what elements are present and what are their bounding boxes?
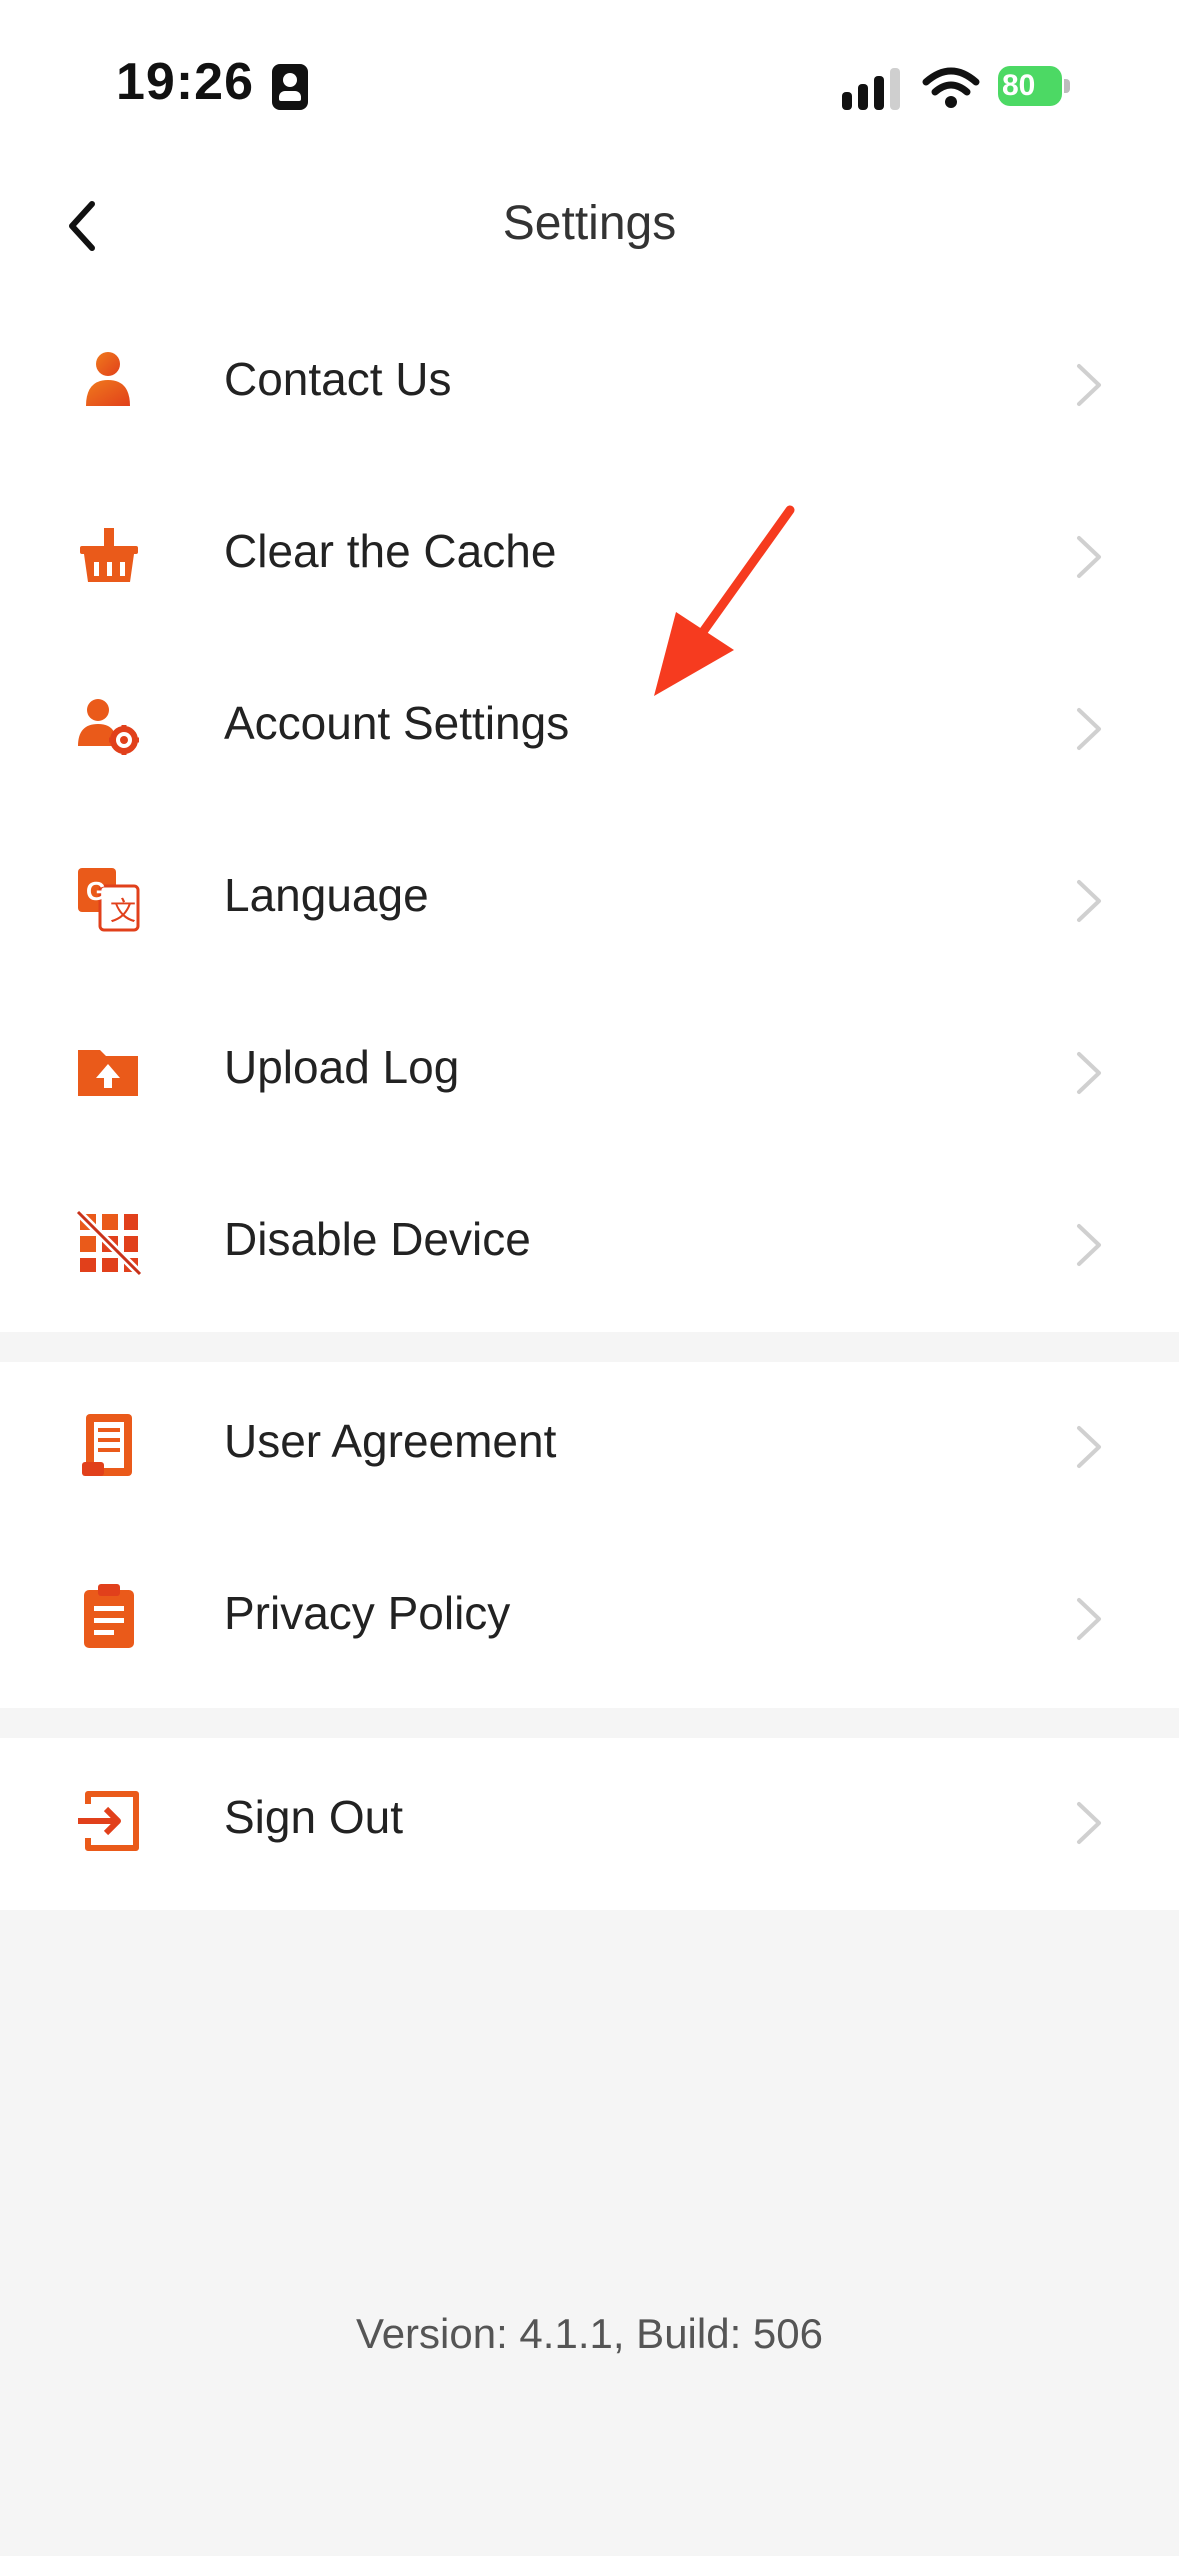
disable-grid-icon xyxy=(75,1209,143,1277)
battery-level: 80 xyxy=(998,66,1062,106)
user-icon xyxy=(86,352,130,406)
menu-item-label: Sign Out xyxy=(224,1791,403,1843)
chevron-right-icon xyxy=(1077,708,1101,750)
chevron-right-icon xyxy=(1077,1598,1101,1640)
translate-icon: G 文 xyxy=(78,868,140,932)
settings-group-legal: User Agreement Privacy Policy xyxy=(0,1362,1179,1708)
menu-item-account-settings[interactable]: Account Settings xyxy=(0,644,1179,816)
menu-item-label: Contact Us xyxy=(224,353,452,405)
sign-out-icon xyxy=(78,1791,139,1851)
folder-upload-icon xyxy=(78,1050,138,1096)
user-gear-icon xyxy=(78,699,139,755)
chevron-right-icon xyxy=(1077,1426,1101,1468)
menu-item-clear-cache[interactable]: Clear the Cache xyxy=(0,472,1179,644)
menu-item-upload-log[interactable]: Upload Log xyxy=(0,988,1179,1160)
svg-text:文: 文 xyxy=(110,896,136,926)
battery-icon: 80 xyxy=(998,62,1070,112)
chevron-right-icon xyxy=(1077,364,1101,406)
signal-strength-icon xyxy=(842,68,904,110)
menu-item-label: User Agreement xyxy=(224,1415,557,1467)
menu-item-label: Upload Log xyxy=(224,1041,460,1093)
annotation-arrow-icon xyxy=(654,505,795,696)
contact-card-icon xyxy=(272,64,308,110)
menu-item-label: Account Settings xyxy=(224,697,570,749)
status-time: 19:26 xyxy=(116,53,254,111)
wifi-icon xyxy=(922,67,980,108)
chevron-right-icon xyxy=(1077,1802,1101,1844)
menu-item-contact-us[interactable]: Contact Us xyxy=(0,300,1179,472)
menu-item-label: Language xyxy=(224,869,429,921)
menu-item-label: Clear the Cache xyxy=(224,525,557,577)
menu-item-privacy-policy[interactable]: Privacy Policy xyxy=(0,1534,1179,1706)
chevron-right-icon xyxy=(1077,1052,1101,1094)
clipboard-icon xyxy=(84,1584,134,1648)
menu-item-label: Privacy Policy xyxy=(224,1587,511,1639)
settings-group-main: Contact Us Clear the Cache Account Setti… xyxy=(0,300,1179,1332)
chevron-right-icon xyxy=(1077,536,1101,578)
document-icon xyxy=(82,1414,132,1476)
menu-item-language[interactable]: G 文 Language xyxy=(0,816,1179,988)
svg-text:G: G xyxy=(86,876,106,906)
chevron-right-icon xyxy=(1077,880,1101,922)
page-title: Settings xyxy=(502,197,677,250)
chevron-right-icon xyxy=(1077,1224,1101,1266)
basket-icon xyxy=(80,528,138,582)
top-bar xyxy=(0,0,1179,300)
settings-group-account: Sign Out xyxy=(0,1738,1179,1910)
version-info: Version: 4.1.1, Build: 506 xyxy=(356,2310,823,2357)
menu-item-sign-out[interactable]: Sign Out xyxy=(0,1738,1179,1910)
menu-item-label: Disable Device xyxy=(224,1213,531,1265)
menu-item-user-agreement[interactable]: User Agreement xyxy=(0,1362,1179,1534)
menu-item-disable-device[interactable]: Disable Device xyxy=(0,1160,1179,1332)
